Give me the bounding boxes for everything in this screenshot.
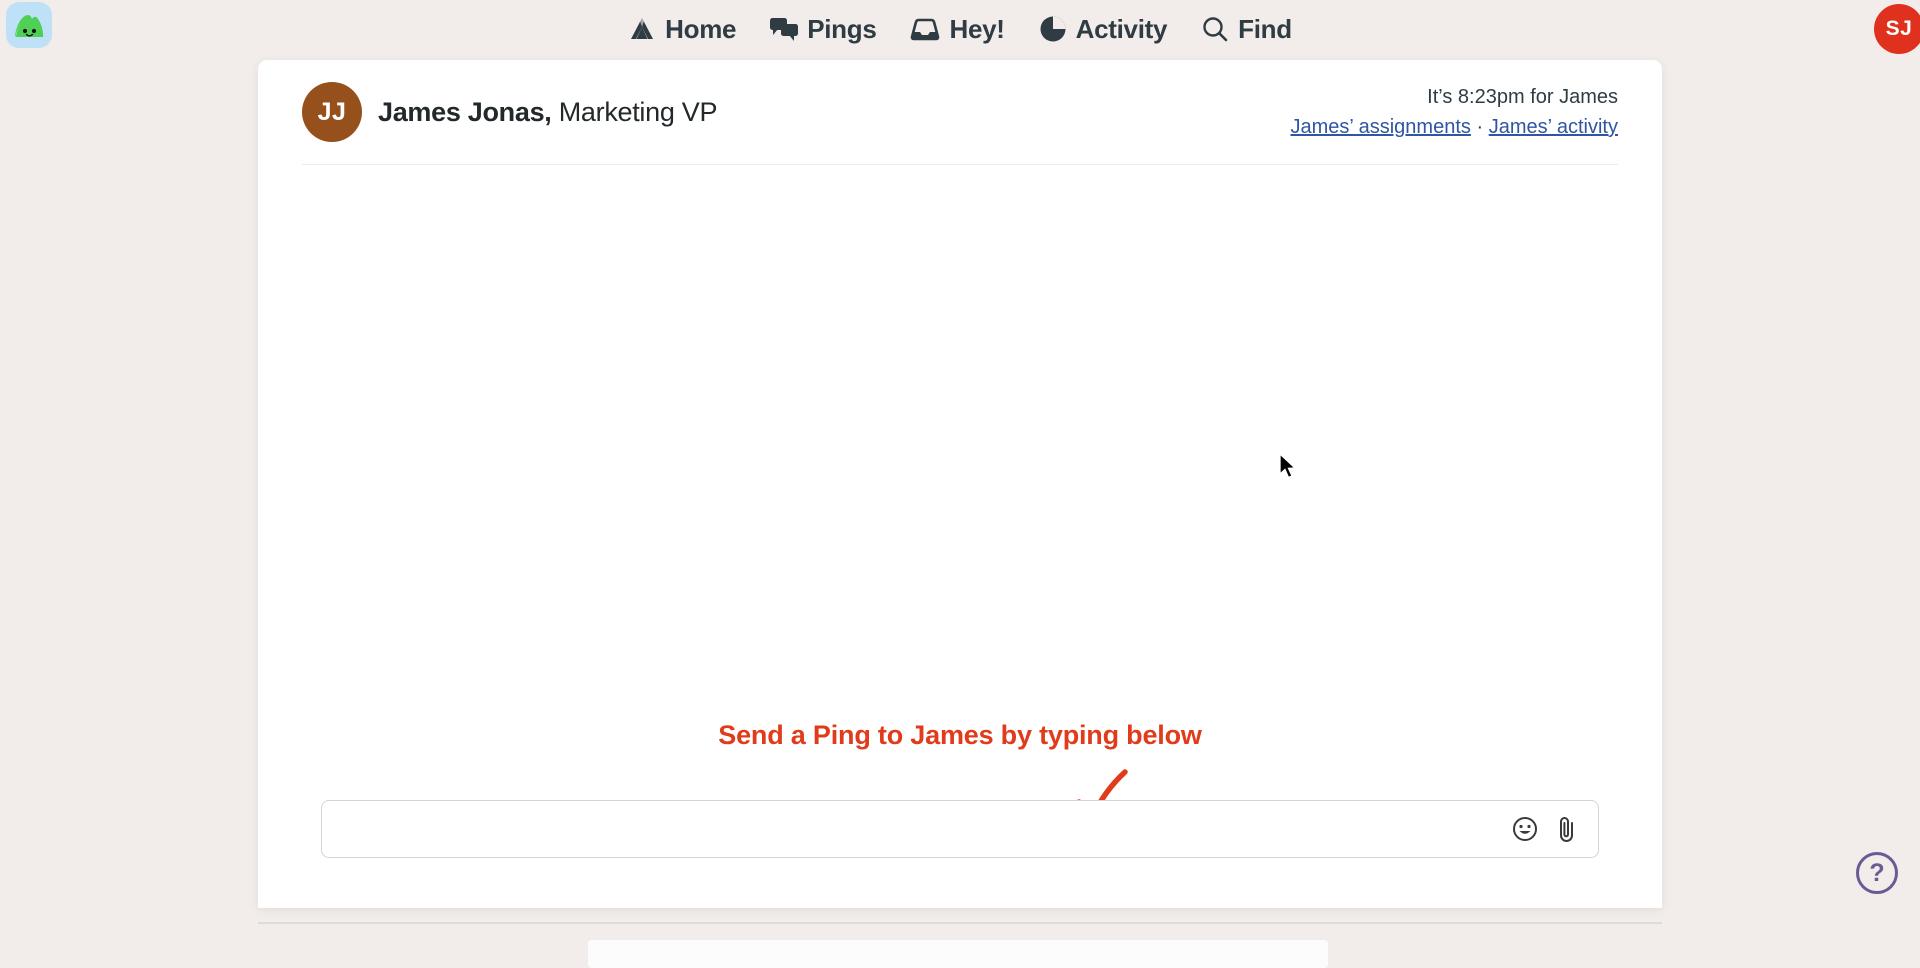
nav-label-hey: Hey!	[949, 14, 1004, 45]
top-navigation-bar: Home Pings Hey!	[0, 0, 1920, 58]
nav-label-pings: Pings	[807, 14, 876, 45]
tent-icon	[628, 15, 656, 43]
chat-bubbles-icon	[770, 16, 798, 42]
ping-composer	[260, 800, 1660, 858]
paperclip-icon[interactable]	[1554, 815, 1580, 843]
nav-label-find: Find	[1238, 14, 1292, 45]
local-time-text: It’s 8:23pm for James	[1290, 86, 1618, 109]
nav-label-home: Home	[665, 14, 736, 45]
person-avatar-initials: JJ	[318, 98, 347, 127]
nav-item-pings[interactable]: Pings	[770, 14, 876, 45]
person-name: James Jonas,	[378, 97, 552, 127]
nav-items: Home Pings Hey!	[0, 0, 1920, 58]
card-header: JJ James Jonas, Marketing VP It’s 8:23pm…	[302, 60, 1618, 165]
composer-icons	[1512, 815, 1598, 843]
person-name-role: James Jonas, Marketing VP	[378, 97, 717, 128]
account-avatar-initials: SJ	[1886, 17, 1913, 41]
nav-item-home[interactable]: Home	[628, 14, 736, 45]
header-right: It’s 8:23pm for James James’ assignments…	[1290, 86, 1618, 139]
person-role: Marketing VP	[559, 97, 717, 127]
person-avatar: JJ	[302, 82, 362, 142]
nav-item-hey[interactable]: Hey!	[910, 14, 1004, 45]
inbox-tray-icon	[910, 17, 940, 41]
ping-input-wrapper[interactable]	[321, 800, 1599, 858]
link-activity[interactable]: James’ activity	[1489, 116, 1618, 138]
nav-item-find[interactable]: Find	[1201, 14, 1292, 45]
ping-input[interactable]	[322, 801, 1512, 857]
link-separator: ·	[1476, 116, 1483, 138]
ping-card: JJ James Jonas, Marketing VP It’s 8:23pm…	[258, 60, 1662, 908]
nav-item-activity[interactable]: Activity	[1039, 14, 1168, 45]
composer-bottom-divider	[258, 922, 1662, 924]
nav-label-activity: Activity	[1076, 14, 1168, 45]
account-avatar[interactable]: SJ	[1874, 4, 1920, 54]
ping-prompt-text: Send a Ping to James by typing below	[258, 720, 1662, 751]
header-links: James’ assignments · James’ activity	[1290, 116, 1618, 139]
help-button[interactable]: ?	[1856, 852, 1898, 894]
pie-chart-icon	[1039, 15, 1067, 43]
emoji-smiley-icon[interactable]	[1512, 816, 1538, 842]
magnifier-icon	[1201, 15, 1229, 43]
below-fold-content	[588, 940, 1328, 968]
question-mark-icon: ?	[1869, 859, 1884, 888]
person-header[interactable]: JJ James Jonas, Marketing VP	[302, 82, 717, 142]
link-assignments[interactable]: James’ assignments	[1290, 116, 1470, 138]
